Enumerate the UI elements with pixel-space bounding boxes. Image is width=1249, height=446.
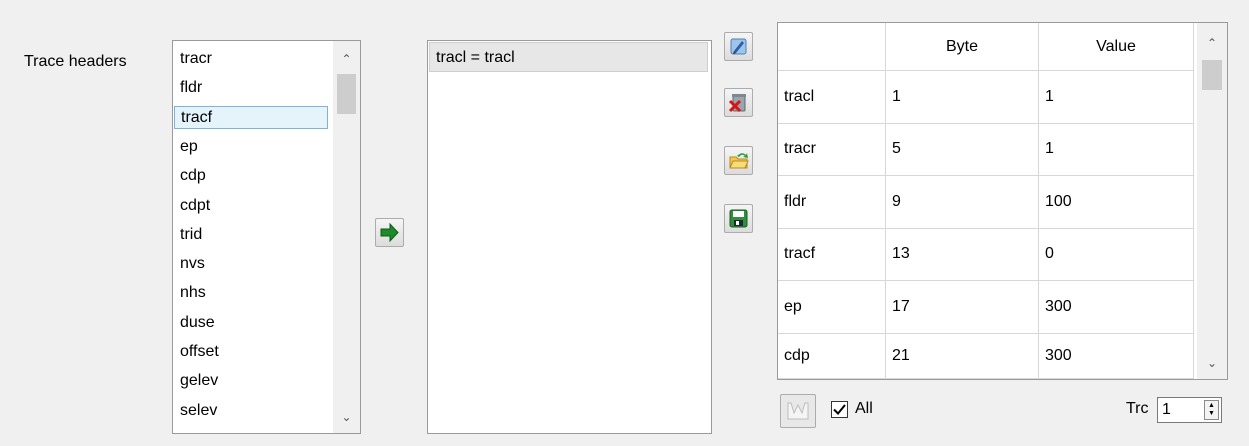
byte-cell[interactable]: 17: [886, 281, 1039, 334]
trace-header-panel: Trace headers tracr fldr tracf ep cdp cdpt tri…: [0, 0, 1249, 446]
all-label: All: [855, 400, 873, 417]
headers-list-scrollbar[interactable]: ⌃ ⌄: [333, 41, 360, 433]
save-button[interactable]: [724, 204, 753, 233]
checkmark-icon: [833, 404, 846, 415]
delete-button[interactable]: [724, 88, 753, 117]
value-cell[interactable]: 0: [1039, 228, 1194, 281]
open-button[interactable]: [724, 146, 753, 175]
value-cell[interactable]: 1: [1039, 123, 1194, 176]
value-cell[interactable]: 1: [1039, 71, 1194, 124]
scroll-down-icon[interactable]: ⌄: [1197, 351, 1227, 375]
scroll-thumb[interactable]: [337, 74, 356, 114]
folder-open-icon: [729, 153, 749, 169]
trc-spinner[interactable]: 1 ▲ ▼: [1157, 397, 1222, 423]
byte-cell[interactable]: 13: [886, 228, 1039, 281]
header-list-item[interactable]: duse: [174, 311, 328, 334]
trc-value[interactable]: 1: [1162, 401, 1171, 419]
selected-header-item[interactable]: tracl = tracl: [429, 42, 708, 72]
header-list-item[interactable]: tracr: [174, 47, 328, 70]
scroll-up-icon[interactable]: ⌃: [333, 47, 360, 71]
header-list-item[interactable]: ep: [174, 135, 328, 158]
byte-cell[interactable]: 5: [886, 123, 1039, 176]
delete-icon: [728, 94, 746, 113]
header-list-item[interactable]: offset: [174, 340, 328, 363]
header-list-item[interactable]: trid: [174, 223, 328, 246]
scroll-thumb[interactable]: [1202, 60, 1222, 90]
pen-icon: [730, 38, 747, 55]
column-header-byte[interactable]: Byte: [886, 23, 1039, 71]
floppy-disk-icon: [729, 209, 748, 228]
add-header-button[interactable]: [375, 218, 404, 247]
row-name-cell[interactable]: tracf: [778, 228, 886, 281]
edit-button[interactable]: [724, 32, 753, 61]
header-list-item[interactable]: cdpt: [174, 194, 328, 217]
table-scrollbar[interactable]: ⌃ ⌄: [1197, 23, 1227, 379]
table-controls: All Trc 1 ▲ ▼: [777, 392, 1226, 430]
byte-cell[interactable]: 1: [886, 71, 1039, 124]
header-values-table[interactable]: Byte Value tracl 1 1 tracr 5 1 fldr 9 100 tracf 13…: [777, 22, 1228, 380]
row-name-cell[interactable]: tracr: [778, 123, 886, 176]
value-cell[interactable]: 100: [1039, 176, 1194, 229]
header-list-item[interactable]: cdp: [174, 164, 328, 187]
trc-label: Trc: [1126, 400, 1149, 417]
header-list-item[interactable]: nvs: [174, 252, 328, 275]
byte-cell[interactable]: 21: [886, 333, 1039, 379]
arrow-right-icon: [380, 222, 399, 243]
spin-down-icon[interactable]: ▼: [1208, 410, 1215, 418]
column-header-value[interactable]: Value: [1039, 23, 1194, 71]
header-list-item[interactable]: gelev: [174, 369, 328, 392]
byte-cell[interactable]: 9: [886, 176, 1039, 229]
header-list-item[interactable]: tracf: [174, 105, 328, 129]
row-name-cell[interactable]: ep: [778, 281, 886, 334]
row-name-cell[interactable]: fldr: [778, 176, 886, 229]
scroll-up-icon[interactable]: ⌃: [1197, 31, 1227, 55]
trace-headers-list[interactable]: tracr fldr tracf ep cdp cdpt trid nvs nhs duse off…: [172, 40, 361, 434]
all-checkbox[interactable]: [831, 401, 848, 418]
selected-headers-list[interactable]: tracl = tracl: [427, 40, 712, 434]
header-list-item[interactable]: nhs: [174, 281, 328, 304]
trc-spin-buttons[interactable]: ▲ ▼: [1204, 400, 1219, 420]
header-list-item[interactable]: selev: [174, 399, 328, 422]
value-cell[interactable]: 300: [1039, 333, 1194, 379]
trace-headers-label: Trace headers: [24, 53, 127, 70]
row-name-cell[interactable]: tracl: [778, 71, 886, 124]
table-corner-header: [778, 23, 886, 71]
row-name-cell[interactable]: cdp: [778, 333, 886, 379]
plot-icon: [787, 402, 809, 420]
plot-button[interactable]: [780, 394, 816, 428]
scroll-down-icon[interactable]: ⌄: [333, 405, 360, 429]
spin-up-icon[interactable]: ▲: [1208, 402, 1215, 410]
header-list-item[interactable]: fldr: [174, 76, 328, 99]
value-cell[interactable]: 300: [1039, 281, 1194, 334]
